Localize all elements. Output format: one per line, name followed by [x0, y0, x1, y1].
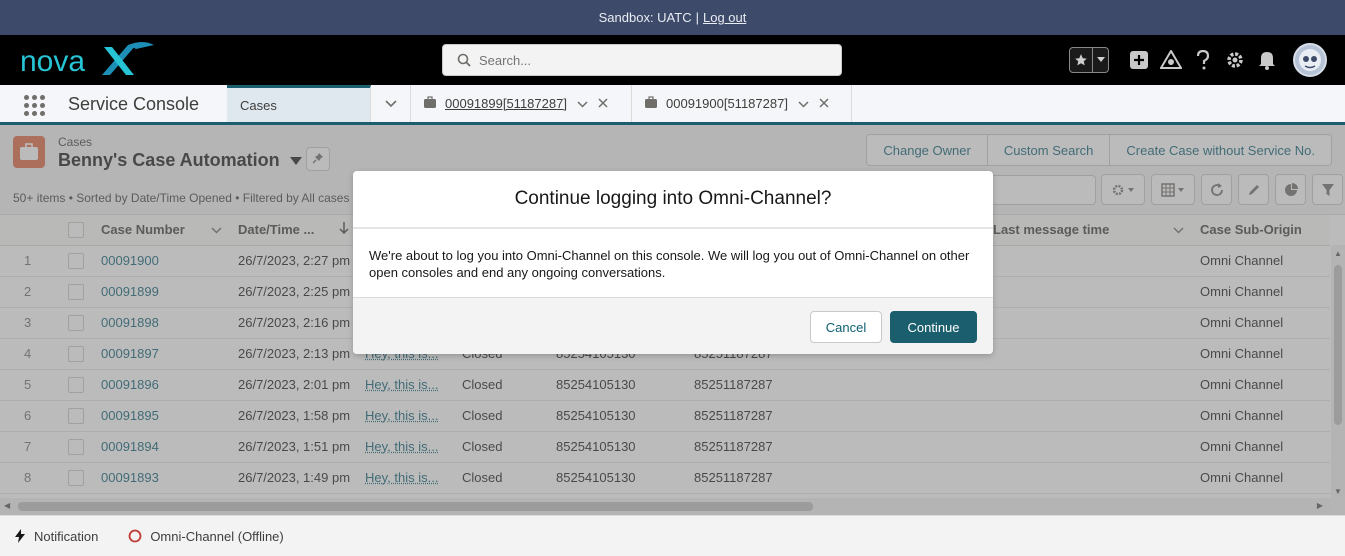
continue-button[interactable]: Continue: [890, 311, 977, 343]
case-briefcase-icon: [423, 96, 437, 112]
app-name: Service Console: [68, 94, 199, 115]
modal-footer: Cancel Continue: [353, 297, 993, 354]
tab-case-00091900[interactable]: 00091900[51187287]: [632, 85, 852, 122]
tab-cases[interactable]: Cases: [227, 85, 371, 122]
omni-channel-utility[interactable]: Omni-Channel (Offline): [128, 529, 283, 544]
notification-utility[interactable]: Notification: [14, 529, 98, 544]
favorites-button[interactable]: [1069, 47, 1109, 73]
notification-label: Notification: [34, 529, 98, 544]
chevron-down-icon[interactable]: [1092, 48, 1108, 72]
global-header: nova Search...: [0, 35, 1345, 85]
chevron-down-icon[interactable]: [385, 96, 397, 111]
tab-case-label: 00091899[51187287]: [445, 96, 567, 111]
case-briefcase-icon: [644, 96, 658, 112]
sandbox-separator: |: [696, 10, 699, 25]
sandbox-bar: Sandbox: UATC | Log out: [0, 0, 1345, 35]
search-icon: [457, 53, 471, 67]
omni-channel-login-modal: Continue logging into Omni-Channel? We'r…: [353, 171, 993, 354]
sandbox-label: Sandbox: UATC: [599, 10, 692, 25]
offline-status-icon: [128, 529, 142, 543]
logout-link[interactable]: Log out: [703, 10, 746, 25]
trailhead-icon[interactable]: [1155, 50, 1187, 70]
tab-case-00091899[interactable]: 00091899[51187287]: [411, 85, 632, 122]
modal-title: Continue logging into Omni-Channel?: [353, 171, 993, 229]
search-placeholder: Search...: [479, 53, 531, 68]
avatar[interactable]: [1293, 43, 1327, 77]
tab-cases-dropdown[interactable]: [371, 85, 411, 122]
global-search-input[interactable]: Search...: [442, 44, 842, 76]
chevron-down-icon[interactable]: [798, 96, 809, 111]
help-icon[interactable]: [1187, 50, 1219, 70]
close-icon[interactable]: [819, 96, 829, 111]
plus-icon[interactable]: [1123, 50, 1155, 70]
chevron-down-icon[interactable]: [577, 96, 588, 111]
star-icon[interactable]: [1070, 48, 1092, 72]
modal-body: We're about to log you into Omni-Channel…: [353, 229, 993, 297]
utility-bar: Notification Omni-Channel (Offline): [0, 515, 1345, 556]
novax-logo: nova: [18, 41, 158, 82]
lightning-icon: [14, 529, 26, 543]
svg-text:nova: nova: [20, 45, 85, 78]
gear-icon[interactable]: [1219, 50, 1251, 70]
cancel-button[interactable]: Cancel: [810, 311, 882, 343]
console-nav-bar: Service Console Cases 00091899[51187287]…: [0, 85, 1345, 125]
tab-case-label: 00091900[51187287]: [666, 96, 788, 111]
tab-cases-label: Cases: [240, 98, 277, 113]
bell-icon[interactable]: [1251, 50, 1283, 70]
omni-channel-label: Omni-Channel (Offline): [150, 529, 283, 544]
app-launcher-icon[interactable]: [24, 95, 45, 116]
close-icon[interactable]: [598, 96, 608, 111]
